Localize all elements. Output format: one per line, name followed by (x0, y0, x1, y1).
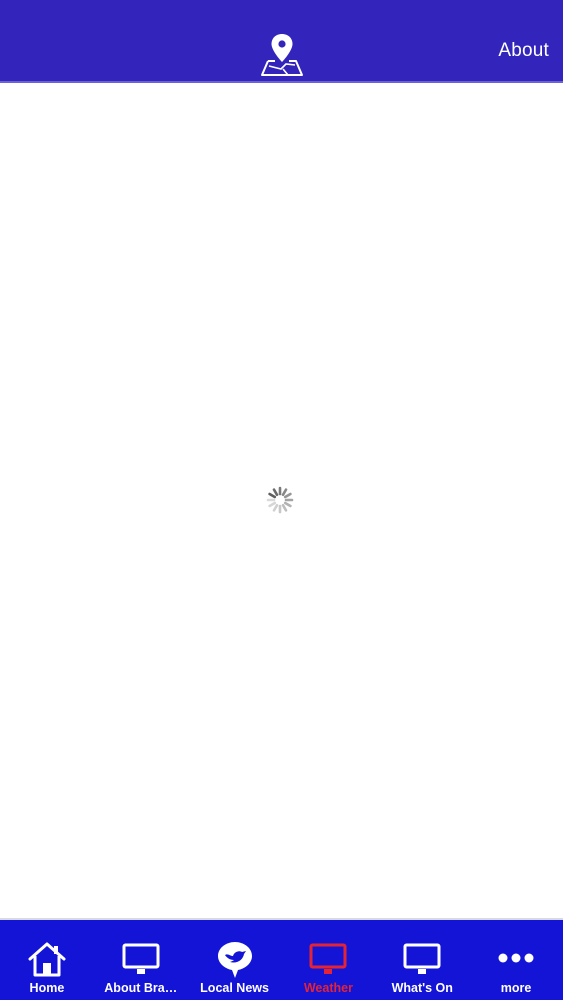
tab-label: Weather (303, 981, 353, 995)
monitor-icon (403, 943, 441, 974)
tab-bar: Home About Bra… Local News Weather What'… (0, 918, 563, 1000)
monitor-icon (309, 943, 347, 974)
app-screen: About Home About Bra… Local News Weather… (0, 0, 563, 1000)
monitor-icon (122, 943, 160, 974)
bird-bubble-icon (217, 942, 252, 978)
nav-bar: About (0, 0, 563, 83)
tab-more[interactable]: more (469, 920, 563, 1000)
home-icon (28, 942, 66, 977)
tab-home[interactable]: Home (0, 920, 94, 1000)
tab-local-news[interactable]: Local News (188, 920, 282, 1000)
tab-label: About Bra… (104, 981, 178, 995)
tab-weather[interactable]: Weather (281, 920, 375, 1000)
spinner-icon (266, 486, 294, 514)
tab-label: What's On (391, 981, 453, 995)
tab-label: Local News (200, 981, 269, 995)
tab-about-brand[interactable]: About Bra… (94, 920, 188, 1000)
about-button[interactable]: About (498, 40, 549, 62)
map-pin-icon (261, 34, 303, 76)
tab-whats-on[interactable]: What's On (375, 920, 469, 1000)
more-dots-icon (498, 953, 534, 963)
tab-label: Home (29, 981, 65, 995)
tab-label: more (500, 981, 532, 995)
